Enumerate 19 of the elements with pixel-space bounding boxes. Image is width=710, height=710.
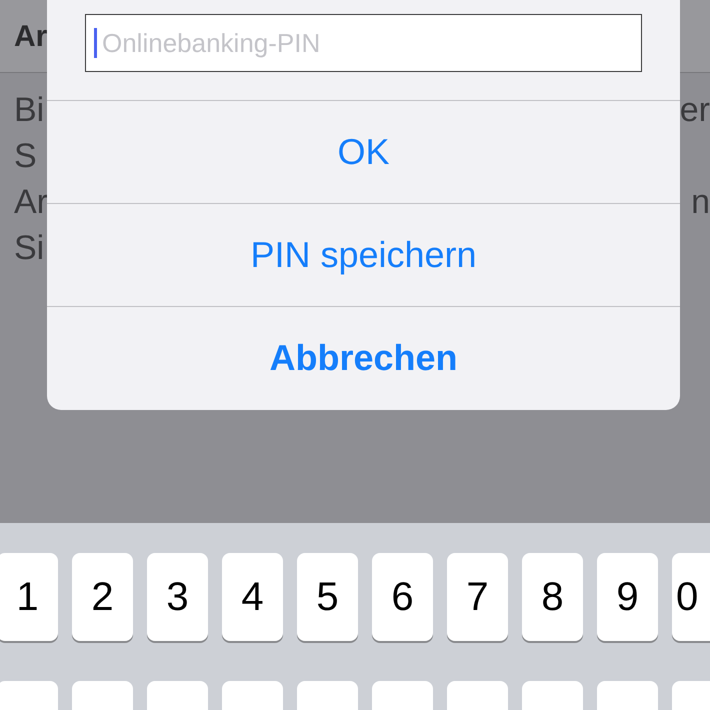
keyboard-key[interactable]: 7 [447, 553, 508, 641]
body-text: Bi [14, 93, 44, 127]
keyboard-key[interactable]: 4 [222, 553, 283, 641]
keyboard-key[interactable]: 2 [72, 553, 133, 641]
body-text: S [14, 139, 37, 173]
keyboard-key[interactable]: 8 [522, 553, 583, 641]
keyboard-key[interactable]: 9 [597, 553, 658, 641]
body-text: Si [14, 231, 44, 265]
keyboard-key[interactable]: 6 [372, 553, 433, 641]
text-cursor [94, 28, 97, 58]
keyboard-key[interactable]: 1 [0, 553, 58, 641]
body-text: n [691, 185, 710, 219]
keyboard-key[interactable]: 3 [147, 553, 208, 641]
header-title: Ar [14, 18, 48, 54]
keyboard-key[interactable]: 0 [672, 553, 710, 641]
body-text: er [680, 93, 710, 127]
keyboard-key[interactable]: 5 [297, 553, 358, 641]
pin-input-field[interactable]: Onlinebanking-PIN [85, 14, 642, 72]
body-text: Ar [14, 185, 48, 219]
